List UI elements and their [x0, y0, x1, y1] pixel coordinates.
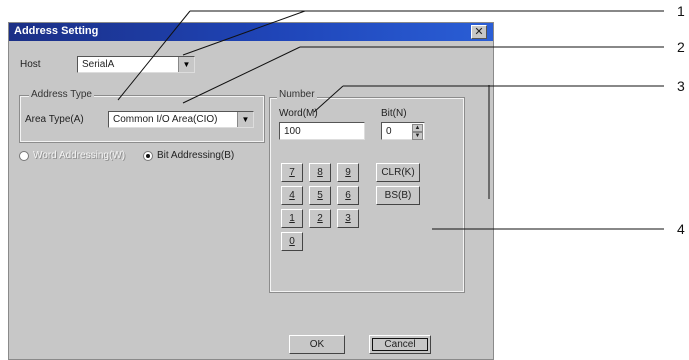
- callout-2: 2: [677, 39, 685, 55]
- callout-4: 4: [677, 221, 685, 237]
- word-addressing-radio[interactable]: [19, 151, 29, 161]
- word-input[interactable]: 100: [279, 122, 365, 140]
- keypad-key-6[interactable]: 6: [337, 186, 359, 205]
- address-type-legend: Address Type: [29, 89, 94, 100]
- keypad-key-1[interactable]: 1: [281, 209, 303, 228]
- host-select[interactable]: SerialA ▼: [77, 56, 195, 73]
- area-type-value: Common I/O Area(CIO): [113, 114, 218, 125]
- host-select-value: SerialA: [82, 59, 115, 70]
- spin-up-icon[interactable]: ▲: [412, 124, 423, 132]
- bs-button[interactable]: BS(B): [376, 186, 420, 205]
- bit-input-value: 0: [386, 126, 392, 137]
- chevron-down-icon[interactable]: ▼: [178, 57, 194, 72]
- word-label: Word(M): [279, 108, 318, 119]
- callout-1: 1: [677, 3, 685, 19]
- keypad-key-2[interactable]: 2: [309, 209, 331, 228]
- keypad-key-3[interactable]: 3: [337, 209, 359, 228]
- clr-button[interactable]: CLR(K): [376, 163, 420, 182]
- bit-addressing-label: Bit Addressing(B): [157, 150, 235, 161]
- bit-label: Bit(N): [381, 108, 407, 119]
- keypad-key-5[interactable]: 5: [309, 186, 331, 205]
- word-addressing-label: Word Addressing(W): [33, 150, 126, 161]
- bit-input[interactable]: 0 ▲ ▼: [381, 122, 425, 140]
- host-label: Host: [20, 59, 41, 70]
- spin-down-icon[interactable]: ▼: [412, 132, 423, 140]
- area-type-label: Area Type(A): [25, 114, 84, 125]
- cancel-button[interactable]: Cancel: [369, 335, 431, 354]
- keypad-key-7[interactable]: 7: [281, 163, 303, 182]
- keypad-key-9[interactable]: 9: [337, 163, 359, 182]
- address-setting-dialog: Address Setting ✕ Host SerialA ▼ Address…: [8, 22, 494, 360]
- callout-3: 3: [677, 78, 685, 94]
- keypad-key-4[interactable]: 4: [281, 186, 303, 205]
- title-bar: Address Setting ✕: [9, 23, 493, 41]
- number-legend: Number: [277, 89, 317, 100]
- bit-spinner[interactable]: ▲ ▼: [412, 124, 423, 140]
- chevron-down-icon[interactable]: ▼: [237, 112, 253, 127]
- bit-addressing-radio[interactable]: [143, 151, 153, 161]
- ok-button[interactable]: OK: [289, 335, 345, 354]
- dialog-title: Address Setting: [14, 25, 99, 37]
- keypad-key-0[interactable]: 0: [281, 232, 303, 251]
- keypad-key-8[interactable]: 8: [309, 163, 331, 182]
- area-type-select[interactable]: Common I/O Area(CIO) ▼: [108, 111, 254, 128]
- close-icon[interactable]: ✕: [471, 25, 487, 39]
